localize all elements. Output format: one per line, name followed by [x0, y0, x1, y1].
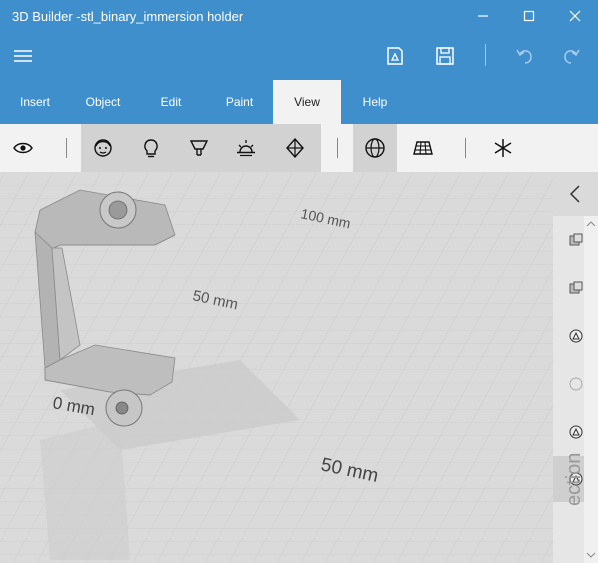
chevron-left-icon [569, 185, 580, 203]
open-3d-icon [387, 47, 403, 65]
tab-insert[interactable]: Insert [0, 80, 70, 124]
mesh-object-icon [569, 329, 582, 343]
grid-icon [413, 141, 433, 155]
tab-help[interactable]: Help [341, 80, 409, 124]
ribbon-separator [337, 138, 338, 158]
lightbulb-icon [144, 139, 158, 158]
hamburger-menu-button[interactable] [10, 44, 36, 68]
title-bar: 3D Builder -stl_binary_immersion holder [0, 0, 598, 32]
spotlight-icon [189, 140, 209, 156]
eye-icon [13, 142, 33, 154]
diamond-icon [286, 137, 304, 159]
redo-button[interactable] [559, 44, 585, 68]
character-view-button[interactable] [81, 124, 125, 172]
empty-object-icon [569, 377, 582, 391]
toolbar-divider [485, 44, 486, 66]
ribbon-tabs: Insert Object Edit Paint View Help [0, 80, 598, 124]
sunrise-icon [237, 140, 255, 157]
maximize-icon [523, 10, 535, 22]
redo-icon [564, 49, 580, 64]
face-icon [94, 139, 112, 157]
vertex-view-button[interactable] [273, 124, 317, 172]
open-file-button[interactable] [382, 44, 408, 68]
view-ribbon [0, 124, 598, 172]
undo-button[interactable] [511, 44, 537, 68]
undo-icon [516, 49, 532, 64]
sunrise-light-button[interactable] [224, 124, 268, 172]
scroll-up-icon [586, 221, 596, 227]
axis-button[interactable] [481, 124, 525, 172]
lighting-button[interactable] [129, 124, 173, 172]
minimize-icon [478, 15, 488, 17]
perspective-button[interactable] [353, 124, 397, 172]
ribbon-separator [465, 138, 466, 158]
maximize-button[interactable] [506, 0, 552, 32]
grid-button[interactable] [401, 124, 445, 172]
minimize-button[interactable] [460, 0, 506, 32]
scroll-down-icon [586, 552, 596, 558]
app-toolbar [0, 32, 598, 80]
tab-object[interactable]: Object [70, 80, 136, 124]
panel-collapse-button[interactable] [553, 172, 598, 216]
globe-icon [365, 138, 385, 158]
close-icon [569, 10, 581, 22]
object-thumbnail-icon [569, 233, 582, 246]
spotlight-button[interactable] [177, 124, 221, 172]
tab-edit[interactable]: Edit [136, 80, 206, 124]
objects-side-panel: ection [553, 172, 598, 563]
object-thumbnail-icon [569, 281, 582, 294]
3d-viewport[interactable]: 100 mm 50 mm 0 mm 50 mm [0, 172, 553, 563]
selection-panel-label: ection [563, 452, 585, 506]
hamburger-icon [14, 50, 32, 62]
asterisk-icon [494, 139, 512, 157]
side-panel-scrollbar[interactable] [584, 216, 598, 563]
build-plate-canvas[interactable]: 100 mm 50 mm 0 mm 50 mm [0, 172, 553, 563]
save-button[interactable] [432, 44, 458, 68]
ribbon-separator [66, 138, 67, 158]
tab-view[interactable]: View [273, 80, 341, 124]
mesh-object-icon [569, 425, 582, 439]
close-button[interactable] [552, 0, 598, 32]
save-icon [436, 47, 454, 65]
window-title: 3D Builder -stl_binary_immersion holder [12, 9, 244, 24]
show-hide-button[interactable] [1, 124, 45, 172]
tab-paint[interactable]: Paint [206, 80, 273, 124]
